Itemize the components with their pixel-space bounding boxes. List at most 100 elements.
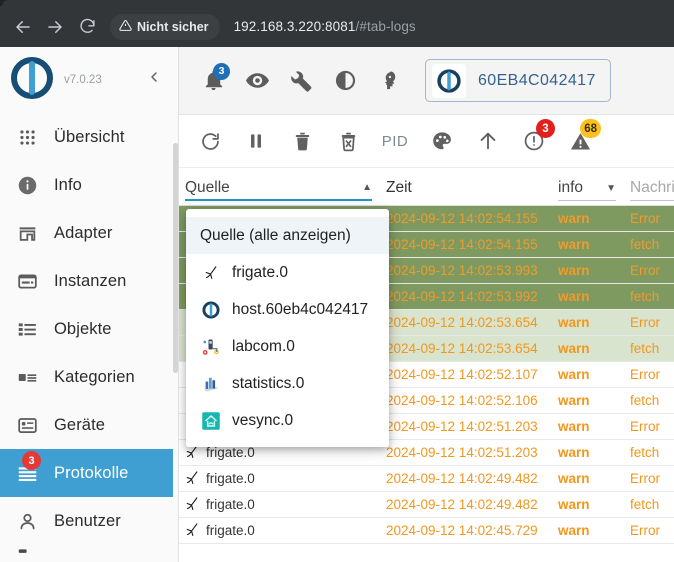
chevron-up-icon: ▲	[362, 182, 372, 193]
warning-count-badge: 68	[580, 119, 601, 138]
refresh-icon[interactable]	[187, 118, 233, 164]
palette-icon[interactable]	[419, 118, 465, 164]
reload-icon[interactable]	[72, 12, 102, 42]
sidebar-item-badge: 3	[22, 451, 41, 470]
source-filter-select[interactable]: Quelle ▲	[185, 176, 372, 201]
warning-count-icon[interactable]: 68	[557, 118, 603, 164]
dropdown-option-quelle-alle-anzeigen[interactable]: Quelle (alle anzeigen)	[186, 217, 389, 254]
user-icon	[14, 509, 40, 533]
dropdown-option-label: labcom.0	[232, 337, 295, 355]
url-text[interactable]: 192.168.3.220:8081/#tab-logs	[234, 19, 416, 34]
row-source: frigate.0	[185, 496, 386, 514]
row-message: fetch	[630, 393, 660, 408]
source-filter-value: Quelle	[185, 178, 230, 196]
table-row[interactable]: frigate.0 2024-09-12 14:02:45.729 warn Erro…	[179, 518, 674, 544]
iobroker-logo-icon	[200, 299, 222, 321]
row-time: 2024-09-12 14:02:53.654	[386, 315, 538, 330]
forward-arrow-icon[interactable]	[40, 12, 70, 42]
dropdown-option-label: vesync.0	[232, 411, 294, 429]
sidebar-item-label: Adapter	[54, 223, 113, 242]
row-message: Error	[630, 211, 660, 226]
row-message: fetch	[630, 237, 660, 252]
iobroker-admin-app: v7.0.23 Übersicht Info Adapter Instanzen…	[0, 47, 674, 562]
row-time: 2024-09-12 14:02:51.203	[386, 419, 538, 434]
frigate-icon	[185, 522, 200, 540]
delete-icon[interactable]	[279, 118, 325, 164]
sidebar-item-instanzen[interactable]: Instanzen	[0, 257, 178, 305]
notifications-bell-icon[interactable]: 3	[191, 59, 235, 103]
categories-icon	[14, 365, 40, 389]
table-row[interactable]: frigate.0 2024-09-12 14:02:49.482 warn Erro…	[179, 466, 674, 492]
wrench-icon[interactable]	[279, 59, 323, 103]
sidebar-item-kategorien[interactable]: Kategorien	[0, 353, 178, 401]
warning-triangle-icon	[119, 19, 132, 35]
error-count-icon[interactable]: 3	[511, 118, 557, 164]
grid-dots-icon	[14, 125, 40, 149]
sidebar-item-partial[interactable]	[0, 545, 178, 559]
row-time: 2024-09-12 14:02:45.729	[386, 523, 538, 538]
dropdown-option-statistics-0[interactable]: statistics.0	[186, 365, 389, 402]
row-severity: warn	[558, 471, 590, 486]
sidebar-item-info[interactable]: Info	[0, 161, 178, 209]
header-cell-message: Nachricht	[630, 176, 674, 201]
pid-toggle-button[interactable]: PID	[371, 133, 419, 150]
chevron-left-icon[interactable]	[142, 65, 166, 89]
table-row[interactable]: frigate.0 2024-09-12 14:02:49.482 warn fetc…	[179, 492, 674, 518]
clear-log-icon[interactable]	[325, 118, 371, 164]
sidebar-item-label: Kategorien	[54, 367, 135, 386]
sidebar-item-adapter[interactable]: Adapter	[0, 209, 178, 257]
row-message: fetch	[630, 445, 660, 460]
browser-chrome: Nicht sicher 192.168.3.220:8081/#tab-log…	[0, 0, 674, 47]
security-status-chip[interactable]: Nicht sicher	[110, 13, 220, 40]
row-severity: warn	[558, 445, 590, 460]
host-name-label: 60EB4C042417	[478, 71, 596, 89]
header-cell-time: Zeit	[386, 179, 558, 201]
source-filter-dropdown: Quelle (alle anzeigen) frigate.0 host.60eb…	[186, 209, 389, 447]
dropdown-option-frigate-0[interactable]: frigate.0	[186, 254, 389, 291]
dropdown-option-vesync-0[interactable]: vesync.0	[186, 402, 389, 439]
dropdown-option-label: statistics.0	[232, 374, 305, 392]
row-severity: warn	[558, 289, 590, 304]
row-message: Error	[630, 367, 660, 382]
iobroker-logo-icon	[8, 54, 56, 102]
store-icon	[14, 221, 40, 245]
severity-filter-select[interactable]: info ▼	[558, 176, 616, 201]
row-time: 2024-09-12 14:02:53.992	[386, 289, 538, 304]
upload-icon[interactable]	[465, 118, 511, 164]
sidebar: v7.0.23 Übersicht Info Adapter Instanzen…	[0, 47, 179, 562]
row-time: 2024-09-12 14:02:53.993	[386, 263, 538, 278]
back-arrow-icon[interactable]	[8, 12, 38, 42]
dropdown-option-labcom-0[interactable]: labcom.0	[186, 328, 389, 365]
sidebar-item-label: Objekte	[54, 319, 112, 338]
theme-contrast-icon[interactable]	[323, 59, 367, 103]
version-label: v7.0.23	[64, 74, 102, 86]
eye-icon[interactable]	[235, 59, 279, 103]
sidebar-scrollbar-track[interactable]	[173, 47, 178, 562]
devices-icon	[14, 413, 40, 437]
row-time: 2024-09-12 14:02:49.482	[386, 497, 538, 512]
message-filter-input[interactable]: Nachricht	[630, 176, 674, 201]
pause-icon[interactable]	[233, 118, 279, 164]
sidebar-scrollbar-thumb[interactable]	[173, 143, 178, 373]
sidebar-item-protokolle[interactable]: 3 Protokolle	[0, 449, 178, 497]
row-time: 2024-09-12 14:02:52.107	[386, 367, 538, 382]
host-selector-chip[interactable]: 60EB4C042417	[425, 59, 611, 102]
app-bar: 3 60EB4C042417	[179, 47, 674, 115]
row-severity: warn	[558, 419, 590, 434]
instances-icon	[14, 269, 40, 293]
error-count-badge: 3	[536, 119, 555, 138]
row-severity: warn	[558, 211, 590, 226]
row-message: Error	[630, 419, 660, 434]
address-bar[interactable]: Nicht sicher 192.168.3.220:8081/#tab-log…	[110, 13, 664, 41]
sidebar-item-benutzer[interactable]: Benutzer	[0, 497, 178, 545]
expert-mode-head-icon[interactable]	[367, 59, 411, 103]
header-cell-severity: info ▼	[558, 176, 630, 201]
row-message: Error	[630, 471, 660, 486]
notification-badge: 3	[213, 62, 230, 80]
sidebar-item-uebersicht[interactable]: Übersicht	[0, 113, 178, 161]
sidebar-item-objekte[interactable]: Objekte	[0, 305, 178, 353]
sidebar-item-geraete[interactable]: Geräte	[0, 401, 178, 449]
dropdown-option-label: host.60eb4c042417	[232, 300, 369, 318]
labcom-icon	[200, 336, 222, 358]
dropdown-option-host-60eb4c042417[interactable]: host.60eb4c042417	[186, 291, 389, 328]
